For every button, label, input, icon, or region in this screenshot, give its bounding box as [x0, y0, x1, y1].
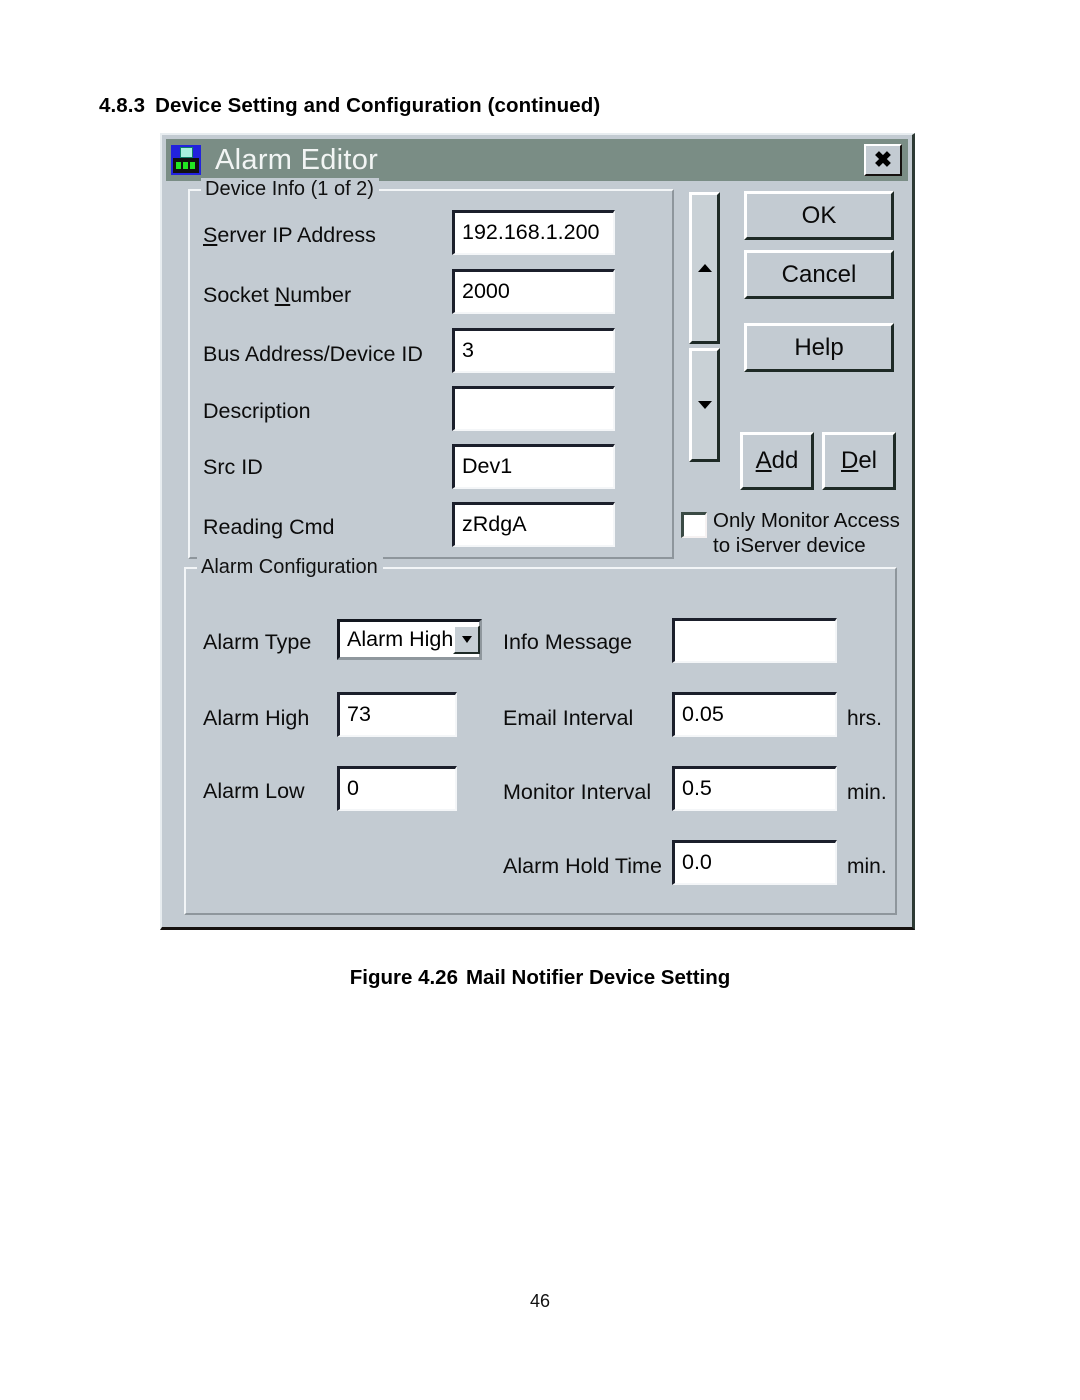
server-ip-address-label: Server IP Address [203, 223, 376, 247]
server-ip-address-input[interactable]: 192.168.1.200 [452, 210, 615, 255]
description-input[interactable] [452, 386, 615, 431]
email-interval-label: Email Interval [503, 706, 634, 730]
chevron-up-icon [697, 264, 712, 272]
email-interval-input[interactable]: 0.05 [672, 692, 837, 737]
figure-title: Mail Notifier Device Setting [465, 966, 731, 989]
bus-address-device-id-label: Bus Address/Device ID [203, 342, 423, 366]
only-monitor-access-label: Only Monitor Access to iServer device [713, 508, 900, 558]
window-title: Alarm Editor [215, 143, 379, 176]
email-interval-unit: hrs. [847, 707, 883, 730]
del-button[interactable]: Del [822, 432, 896, 490]
socket-number-label: Socket Number [203, 283, 352, 307]
reading-cmd-label: Reading Cmd [203, 515, 335, 539]
add-button[interactable]: Add [740, 432, 814, 490]
monitor-interval-unit: min. [847, 781, 887, 804]
close-icon[interactable]: ✖ [864, 144, 902, 176]
chevron-down-icon [697, 401, 712, 409]
help-button[interactable]: Help [744, 323, 894, 372]
window-client-area: Alarm Editor ✖ Device Info (1 of 2) Serv… [162, 135, 912, 927]
alarm-low-label: Alarm Low [203, 779, 305, 803]
description-label: Description [203, 399, 311, 423]
alarm-high-label: Alarm High [203, 706, 310, 730]
alarm-type-value: Alarm High [347, 626, 454, 651]
heading-title: Device Setting and Configuration (contin… [155, 94, 601, 117]
alarm-editor-window: Alarm Editor ✖ Device Info (1 of 2) Serv… [160, 133, 915, 930]
alarm-type-select[interactable]: Alarm High [337, 619, 482, 660]
window-titlebar[interactable]: Alarm Editor ✖ [166, 139, 908, 181]
alarm-hold-time-label: Alarm Hold Time [503, 854, 662, 878]
info-message-input[interactable] [672, 618, 837, 663]
info-message-label: Info Message [503, 630, 633, 654]
alarm-type-label: Alarm Type [203, 630, 312, 654]
figure-caption: Figure 4.26 Mail Notifier Device Setting [0, 966, 1080, 990]
src-id-label: Src ID [203, 455, 263, 479]
only-monitor-access-line1: Only Monitor Access [713, 509, 900, 532]
only-monitor-access-checkbox[interactable] [681, 512, 707, 538]
page-number: 46 [529, 1291, 551, 1311]
ok-button[interactable]: OK [744, 191, 894, 240]
heading-section-number: 4.8.3 [99, 94, 146, 117]
socket-number-input[interactable]: 2000 [452, 269, 615, 314]
alarm-hold-time-unit: min. [847, 855, 887, 878]
alarm-configuration-legend: Alarm Configuration [197, 556, 383, 579]
monitor-interval-input[interactable]: 0.5 [672, 766, 837, 811]
chevron-down-icon[interactable] [453, 625, 481, 654]
record-scroll-down-button[interactable] [689, 348, 720, 462]
page-heading: 4.8.3 Device Setting and Configuration (c… [99, 94, 600, 118]
reading-cmd-input[interactable]: zRdgA [452, 502, 615, 547]
only-monitor-access-line2: to iServer device [713, 534, 866, 557]
figure-number: Figure 4.26 [349, 966, 458, 989]
alarm-low-input[interactable]: 0 [337, 766, 457, 811]
record-scroll-up-button[interactable] [689, 192, 720, 344]
alarm-hold-time-input[interactable]: 0.0 [672, 840, 837, 885]
cancel-button[interactable]: Cancel [744, 250, 894, 299]
device-meter-icon [171, 145, 201, 175]
device-info-legend: Device Info (1 of 2) [201, 178, 379, 201]
bus-address-device-id-input[interactable]: 3 [452, 328, 615, 373]
src-id-input[interactable]: Dev1 [452, 444, 615, 489]
monitor-interval-label: Monitor Interval [503, 780, 652, 804]
alarm-high-input[interactable]: 73 [337, 692, 457, 737]
